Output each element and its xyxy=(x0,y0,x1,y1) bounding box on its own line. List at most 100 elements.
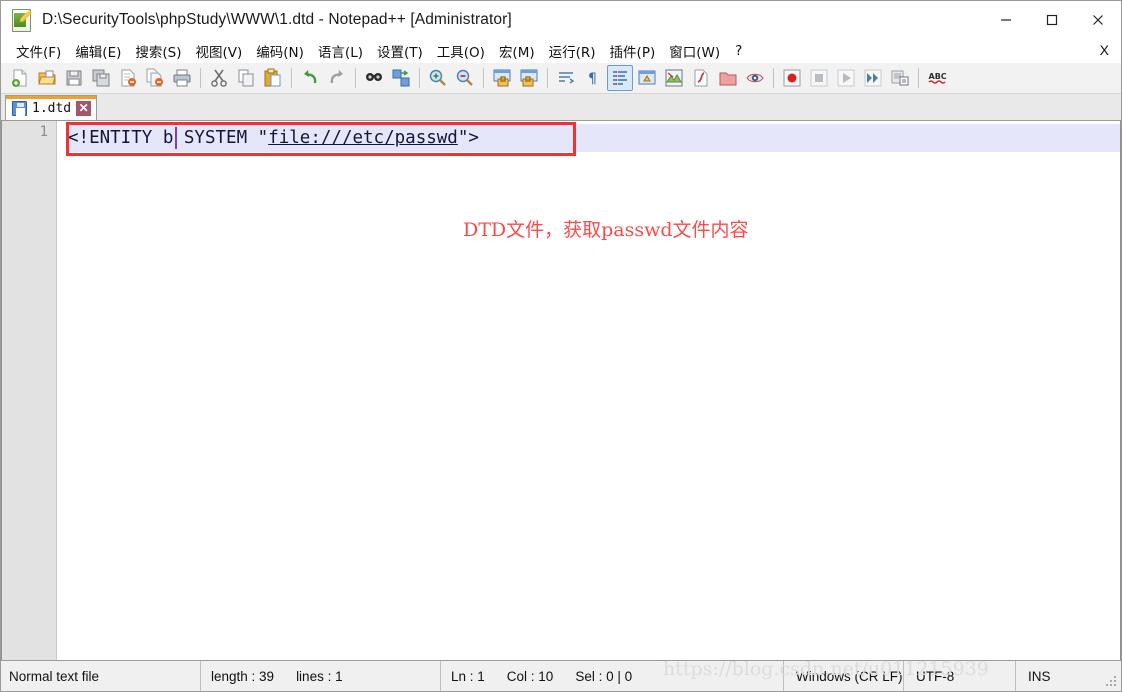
toolbar-separator xyxy=(355,68,356,88)
menu-help[interactable]: ? xyxy=(727,41,750,61)
toolbar-separator xyxy=(419,68,420,88)
close-file-icon[interactable] xyxy=(115,65,141,91)
toolbar-separator xyxy=(773,68,774,88)
status-encoding-label: UTF-8 xyxy=(916,668,955,684)
toolbar-separator xyxy=(547,68,548,88)
fold-margin[interactable] xyxy=(57,121,66,660)
status-file-type: Normal text file xyxy=(1,661,201,691)
sync-vertical-scroll-icon[interactable] xyxy=(489,65,515,91)
menu-macro[interactable]: 宏(M) xyxy=(492,39,542,63)
line-number: 1 xyxy=(39,124,48,140)
line-number-gutter: 1 xyxy=(2,121,57,660)
show-all-characters-icon[interactable]: ¶ xyxy=(580,65,606,91)
code-line-1[interactable]: <!ENTITY b SYSTEM " file:///etc/passwd "> xyxy=(68,124,479,152)
tab-bar: 1.dtd ✕ xyxy=(1,94,1121,121)
svg-text:ABC: ABC xyxy=(929,72,947,81)
status-eol[interactable]: Windows (CR LF) xyxy=(784,661,904,691)
saved-file-icon xyxy=(12,100,27,116)
notepad-plus-plus-icon xyxy=(11,9,33,32)
save-all-icon[interactable] xyxy=(88,65,114,91)
status-file-type-label: Normal text file xyxy=(9,668,100,684)
code-segment-prefix: <!ENTITY xyxy=(68,128,163,148)
status-insert-mode-label: INS xyxy=(1028,668,1051,684)
status-col-label: Col : 10 xyxy=(506,668,554,684)
code-canvas[interactable]: <!ENTITY b SYSTEM " file:///etc/passwd "> … xyxy=(66,121,1120,660)
svg-text:¶: ¶ xyxy=(588,71,597,87)
stop-macro-icon[interactable] xyxy=(806,65,832,91)
status-encoding[interactable]: UTF-8 xyxy=(904,661,1016,691)
status-insert-mode[interactable]: INS xyxy=(1016,661,1051,691)
status-sel-label: Sel : 0 | 0 xyxy=(575,668,633,684)
folder-as-workspace-icon[interactable] xyxy=(715,65,741,91)
close-all-files-icon[interactable] xyxy=(142,65,168,91)
menu-view[interactable]: 视图(V) xyxy=(189,39,250,63)
document-map-icon[interactable] xyxy=(661,65,687,91)
tab-label: 1.dtd xyxy=(32,100,72,116)
editor-area[interactable]: 1 <!ENTITY b SYSTEM " file:///etc/passwd "… xyxy=(1,121,1121,660)
tab-1-dtd[interactable]: 1.dtd ✕ xyxy=(5,95,98,120)
redo-icon[interactable] xyxy=(324,65,350,91)
toolbar-separator xyxy=(200,68,201,88)
cut-icon[interactable] xyxy=(206,65,232,91)
menu-bar: 文件(F) 编辑(E) 搜索(S) 视图(V) 编码(N) 语言(L) 设置(T… xyxy=(1,39,1121,63)
window-controls xyxy=(983,1,1121,39)
menu-encoding[interactable]: 编码(N) xyxy=(249,39,311,63)
menu-search[interactable]: 搜索(S) xyxy=(128,39,188,63)
toolbar-separator xyxy=(291,68,292,88)
menu-window[interactable]: 窗口(W) xyxy=(662,39,727,63)
run-macro-multiple-icon[interactable] xyxy=(860,65,886,91)
function-list-icon[interactable] xyxy=(688,65,714,91)
toolbar-separator xyxy=(483,68,484,88)
code-segment-url[interactable]: file:///etc/passwd xyxy=(268,128,458,148)
record-macro-icon[interactable] xyxy=(779,65,805,91)
zoom-in-icon[interactable] xyxy=(425,65,451,91)
play-macro-icon[interactable] xyxy=(833,65,859,91)
status-ln-label: Ln : 1 xyxy=(451,668,485,684)
status-length-label: length : 39 xyxy=(211,668,275,684)
toolbar: ¶ ABC xyxy=(1,63,1121,94)
code-segment-suffix: "> xyxy=(457,128,479,148)
monitoring-icon[interactable] xyxy=(742,65,768,91)
menu-run[interactable]: 运行(R) xyxy=(542,39,603,63)
open-file-icon[interactable] xyxy=(34,65,60,91)
menu-file[interactable]: 文件(F) xyxy=(9,39,68,63)
close-document-button[interactable]: X xyxy=(1100,42,1109,58)
resize-grip-icon[interactable] xyxy=(1106,676,1118,688)
maximize-icon[interactable] xyxy=(1029,1,1075,39)
save-macro-icon[interactable] xyxy=(887,65,913,91)
undo-icon[interactable] xyxy=(297,65,323,91)
word-wrap-icon[interactable] xyxy=(553,65,579,91)
print-icon[interactable] xyxy=(169,65,195,91)
menu-plugins[interactable]: 插件(P) xyxy=(603,39,663,63)
find-icon[interactable] xyxy=(361,65,387,91)
status-caret-position: Ln : 1 Col : 10 Sel : 0 | 0 xyxy=(441,661,784,691)
user-defined-language-icon[interactable] xyxy=(634,65,660,91)
annotation-text: DTD文件，获取passwd文件内容 xyxy=(463,219,749,241)
status-eol-label: Windows (CR LF) xyxy=(796,668,903,684)
notepad-plus-plus-window: D:\SecurityTools\phpStudy\WWW\1.dtd - No… xyxy=(0,0,1122,692)
minimize-icon[interactable] xyxy=(983,1,1029,39)
replace-icon[interactable] xyxy=(388,65,414,91)
status-lines-label: lines : 1 xyxy=(296,668,343,684)
close-icon[interactable] xyxy=(1075,1,1121,39)
indent-guide-icon[interactable] xyxy=(607,65,633,91)
toolbar-separator xyxy=(918,68,919,88)
sync-horizontal-scroll-icon[interactable] xyxy=(516,65,542,91)
code-segment-middle: b SYSTEM " xyxy=(162,128,269,148)
status-length-lines: length : 39 lines : 1 xyxy=(201,661,441,691)
spell-check-icon[interactable]: ABC xyxy=(924,65,950,91)
window-title: D:\SecurityTools\phpStudy\WWW\1.dtd - No… xyxy=(42,11,512,28)
zoom-out-icon[interactable] xyxy=(452,65,478,91)
copy-icon[interactable] xyxy=(233,65,259,91)
save-icon[interactable] xyxy=(61,65,87,91)
menu-settings[interactable]: 设置(T) xyxy=(370,39,430,63)
text-caret xyxy=(175,127,177,149)
menu-language[interactable]: 语言(L) xyxy=(311,39,370,63)
paste-icon[interactable] xyxy=(260,65,286,91)
tab-close-icon[interactable]: ✕ xyxy=(76,100,92,116)
new-file-icon[interactable] xyxy=(7,65,33,91)
title-bar: D:\SecurityTools\phpStudy\WWW\1.dtd - No… xyxy=(1,1,1121,39)
menu-edit[interactable]: 编辑(E) xyxy=(68,39,128,63)
status-bar: Normal text file length : 39 lines : 1 L… xyxy=(1,660,1121,691)
menu-tools[interactable]: 工具(O) xyxy=(430,39,492,63)
